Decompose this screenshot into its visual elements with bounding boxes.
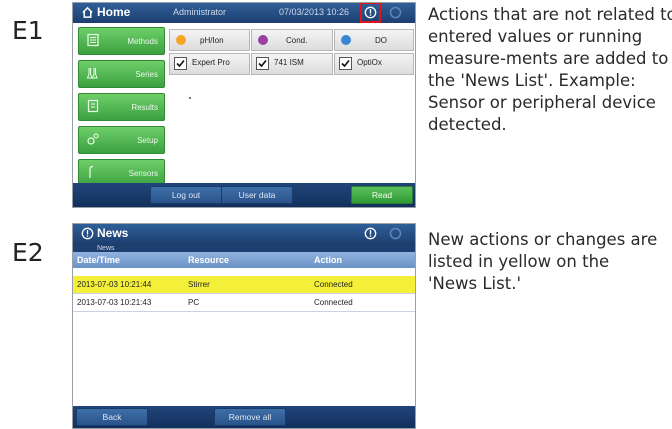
- setup-icon: [87, 133, 99, 145]
- column-header-resource[interactable]: Resource: [188, 255, 229, 265]
- table-header: Date/Time Resource Action: [73, 252, 415, 268]
- checkmark-icon: [176, 59, 185, 68]
- date-time: 07/03/2013 10:26: [279, 7, 350, 17]
- tile-label: pH/Ion: [200, 36, 224, 45]
- remove-all-button[interactable]: Remove all: [214, 408, 286, 426]
- do-dot: [341, 35, 351, 45]
- info-icon: [81, 227, 94, 240]
- sensor-tile-do[interactable]: DO: [334, 29, 414, 51]
- home-icon[interactable]: [81, 6, 94, 19]
- menu-label: Setup: [137, 136, 158, 145]
- cell-resource: Stirrer: [188, 280, 210, 289]
- check-label: 741 ISM: [274, 58, 304, 67]
- back-button[interactable]: Back: [76, 408, 148, 426]
- user-data-button[interactable]: User data: [221, 186, 293, 204]
- menu-label: Methods: [127, 37, 158, 46]
- content-dot: [189, 97, 191, 99]
- bottom-bar: Log out User data Read: [73, 183, 415, 207]
- cell-action: Connected: [314, 280, 353, 289]
- cell-action: Connected: [314, 298, 353, 307]
- check-label: Expert Pro: [192, 58, 230, 67]
- checkbox[interactable]: [256, 57, 269, 70]
- page-title: News: [97, 226, 129, 240]
- logout-button[interactable]: Log out: [150, 186, 222, 204]
- menu-series[interactable]: Series: [78, 60, 165, 88]
- activity-icon[interactable]: [389, 6, 402, 19]
- column-header-datetime[interactable]: Date/Time: [77, 255, 120, 265]
- tile-label: DO: [375, 36, 387, 45]
- checkbox[interactable]: [174, 57, 187, 70]
- checkbox[interactable]: [339, 57, 352, 70]
- menu-label: Series: [135, 70, 158, 79]
- check-label: OptiOx: [357, 58, 382, 67]
- menu-methods[interactable]: Methods: [78, 27, 165, 55]
- series-icon: [86, 68, 98, 79]
- cell-resource: PC: [188, 298, 200, 307]
- user-name: Administrator: [173, 7, 227, 17]
- methods-icon: [87, 33, 99, 47]
- menu-label: Results: [131, 103, 158, 112]
- sensor-tile-ph[interactable]: pH/Ion: [169, 29, 250, 51]
- screenshot-home: Home Administrator 07/03/2013 10:26 Meth…: [72, 2, 416, 208]
- sensor-check-expert-pro[interactable]: Expert Pro: [169, 53, 250, 75]
- menu-label: Sensors: [128, 169, 158, 178]
- table-row[interactable]: 2013-07-03 10:21:43 PC Connected: [73, 294, 415, 312]
- info-alert-icon[interactable]: [364, 6, 377, 19]
- sensors-icon: [89, 165, 94, 178]
- cell-datetime: 2013-07-03 10:21:43: [77, 298, 152, 307]
- sensor-tile-cond[interactable]: Cond.: [251, 29, 333, 51]
- title-bar: News: [73, 224, 415, 244]
- table-row[interactable]: 2013-07-03 10:21:44 Stirrer Connected: [73, 276, 415, 294]
- menu-setup[interactable]: Setup: [78, 126, 165, 154]
- step-label-e2: E2: [12, 238, 44, 267]
- info-alert-icon[interactable]: [364, 227, 377, 240]
- step-label-e1: E1: [12, 16, 44, 45]
- sensor-check-741-ism[interactable]: 741 ISM: [251, 53, 333, 75]
- tile-label: Cond.: [286, 36, 308, 45]
- title-bar: Home Administrator 07/03/2013 10:26: [73, 3, 415, 23]
- checkmark-icon: [341, 59, 350, 68]
- ph-dot: [176, 35, 186, 45]
- cond-dot: [258, 35, 268, 45]
- step-description-e2: New actions or changes are listed in yel…: [428, 230, 658, 293]
- step-description-e1: Actions that are not related to entered …: [428, 5, 672, 134]
- column-header-action[interactable]: Action: [314, 255, 342, 265]
- bottom-bar: Back Remove all: [73, 406, 415, 428]
- read-button[interactable]: Read: [351, 186, 413, 204]
- checkmark-icon: [258, 59, 267, 68]
- menu-results[interactable]: Results: [78, 93, 165, 121]
- cell-datetime: 2013-07-03 10:21:44: [77, 280, 152, 289]
- activity-icon[interactable]: [389, 227, 402, 240]
- screenshot-news: News News Date/Time Resource Action 2013…: [72, 223, 416, 429]
- results-icon: [87, 99, 99, 113]
- sensor-check-optiox[interactable]: OptiOx: [334, 53, 414, 75]
- page-title: Home: [97, 5, 131, 19]
